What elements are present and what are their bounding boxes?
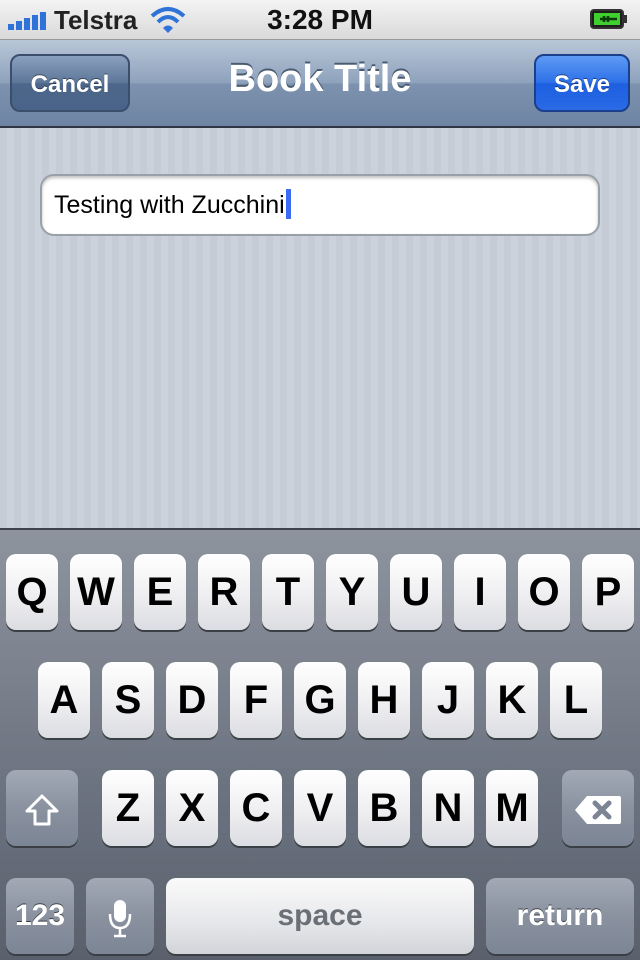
book-title-text: Testing with Zucchini (54, 191, 285, 219)
key-l[interactable]: L (550, 662, 602, 738)
key-p[interactable]: P (582, 554, 634, 630)
key-v[interactable]: V (294, 770, 346, 846)
navigation-bar: Cancel Book Title Save (0, 40, 640, 128)
key-n[interactable]: N (422, 770, 474, 846)
backspace-icon (575, 796, 621, 825)
return-key[interactable]: return (486, 878, 634, 954)
battery-charging-icon (590, 9, 627, 29)
key-a[interactable]: A (38, 662, 90, 738)
status-bar: Telstra 3:28 PM (0, 0, 640, 40)
key-r[interactable]: R (198, 554, 250, 630)
key-u[interactable]: U (390, 554, 442, 630)
key-s[interactable]: S (102, 662, 154, 738)
numbers-key[interactable]: 123 (6, 878, 74, 954)
key-w[interactable]: W (70, 554, 122, 630)
shift-arrow-icon (25, 794, 59, 826)
key-c[interactable]: C (230, 770, 282, 846)
key-i[interactable]: I (454, 554, 506, 630)
keyboard: Q W E R T Y U I O P A S D F G H J K L Z … (0, 528, 640, 960)
key-z[interactable]: Z (102, 770, 154, 846)
key-b[interactable]: B (358, 770, 410, 846)
book-title-field[interactable]: Testing with Zucchini (40, 174, 600, 236)
save-button[interactable]: Save (534, 54, 630, 112)
key-k[interactable]: K (486, 662, 538, 738)
microphone-icon (108, 900, 132, 938)
book-title-value[interactable]: Testing with Zucchini (54, 189, 291, 220)
key-y[interactable]: Y (326, 554, 378, 630)
key-g[interactable]: G (294, 662, 346, 738)
key-o[interactable]: O (518, 554, 570, 630)
shift-key[interactable] (6, 770, 78, 846)
delete-key[interactable] (562, 770, 634, 846)
space-key[interactable]: space (166, 878, 474, 954)
content-area: Testing with Zucchini (0, 128, 640, 528)
key-t[interactable]: T (262, 554, 314, 630)
key-j[interactable]: J (422, 662, 474, 738)
key-x[interactable]: X (166, 770, 218, 846)
key-q[interactable]: Q (6, 554, 58, 630)
dictation-key[interactable] (86, 878, 154, 954)
key-m[interactable]: M (486, 770, 538, 846)
key-h[interactable]: H (358, 662, 410, 738)
text-caret (285, 189, 291, 219)
key-d[interactable]: D (166, 662, 218, 738)
status-time: 3:28 PM (267, 4, 373, 35)
key-e[interactable]: E (134, 554, 186, 630)
key-f[interactable]: F (230, 662, 282, 738)
